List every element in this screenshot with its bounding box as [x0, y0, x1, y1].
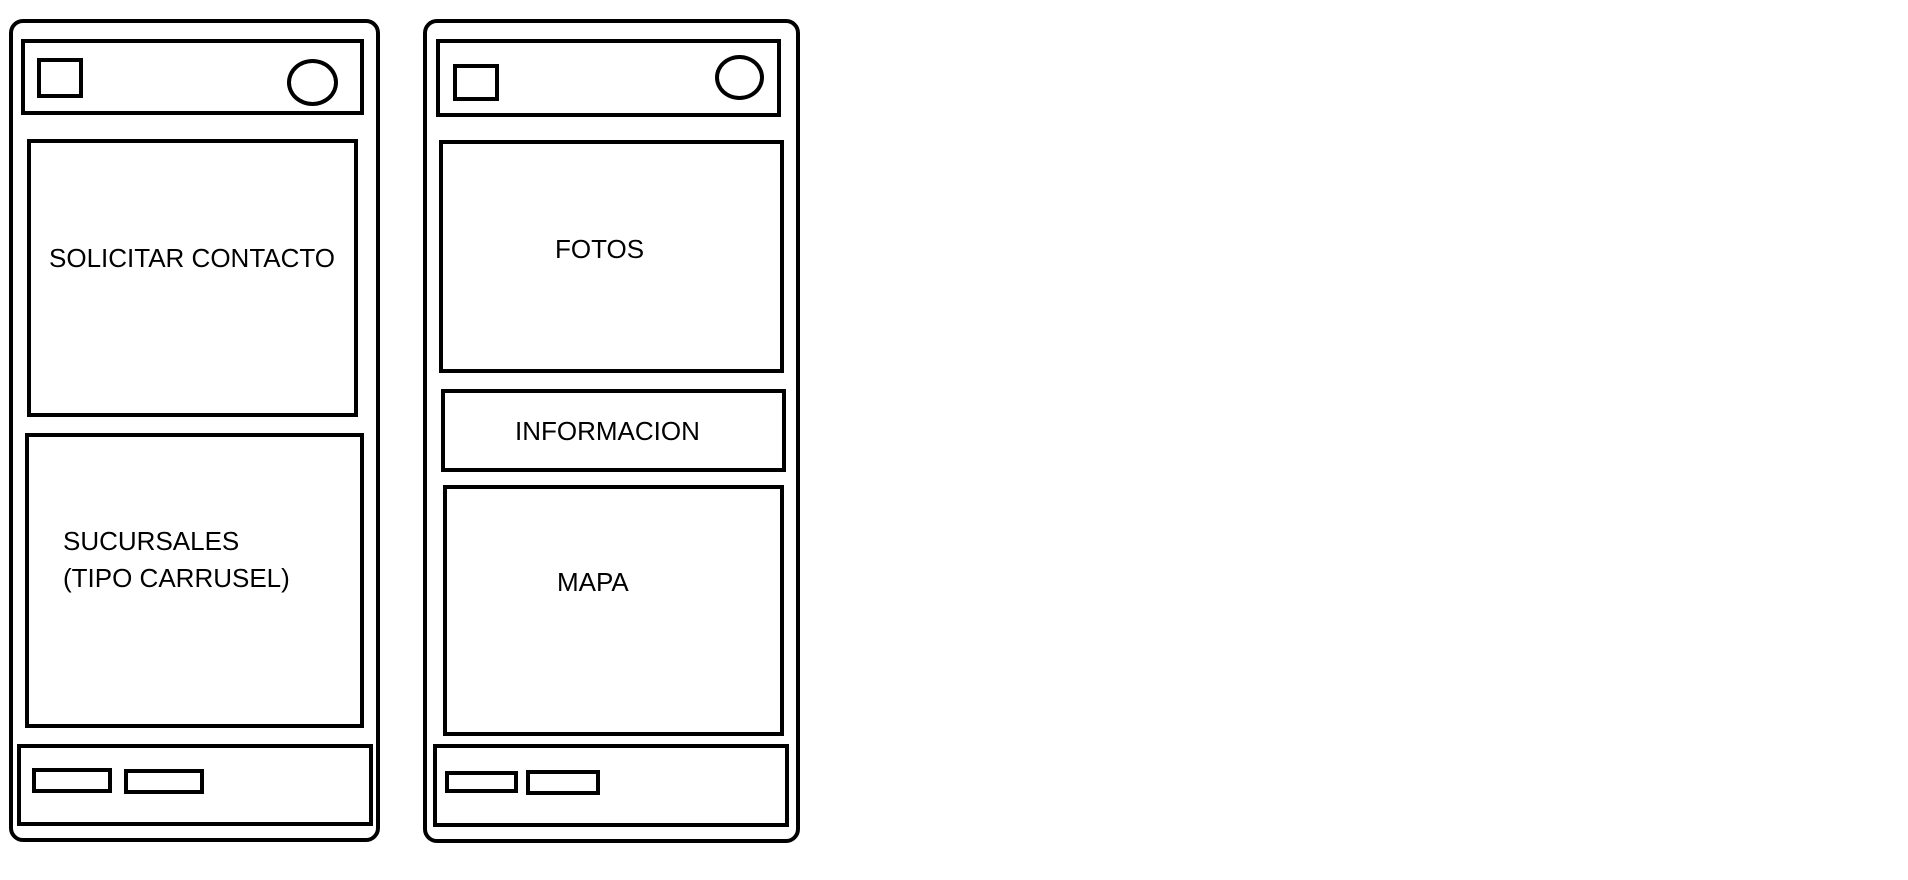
map-label: MAPA	[557, 567, 629, 597]
footer-button-2-right[interactable]	[526, 770, 600, 795]
menu-square-icon-right[interactable]	[453, 64, 499, 101]
footer-button-1-left[interactable]	[32, 768, 112, 793]
footer-button-1-right[interactable]	[445, 771, 518, 793]
contact-label: SOLICITAR CONTACTO	[49, 243, 336, 273]
profile-circle-icon-left[interactable]	[287, 59, 338, 106]
branches-label-line2: (TIPO CARRUSEL)	[63, 563, 290, 593]
branches-label-line1: SUCURSALES	[63, 526, 240, 556]
footer-button-2-left[interactable]	[124, 769, 204, 794]
photos-label: FOTOS	[555, 234, 645, 264]
map-panel[interactable]	[443, 485, 784, 736]
profile-circle-icon-right[interactable]	[715, 55, 764, 100]
menu-square-icon-left[interactable]	[37, 58, 83, 98]
wireframe-canvas: SOLICITAR CONTACTO SUCURSALES (TIPO CARR…	[0, 0, 1908, 880]
info-label: INFORMACION	[515, 416, 700, 446]
contact-panel[interactable]	[27, 139, 358, 417]
